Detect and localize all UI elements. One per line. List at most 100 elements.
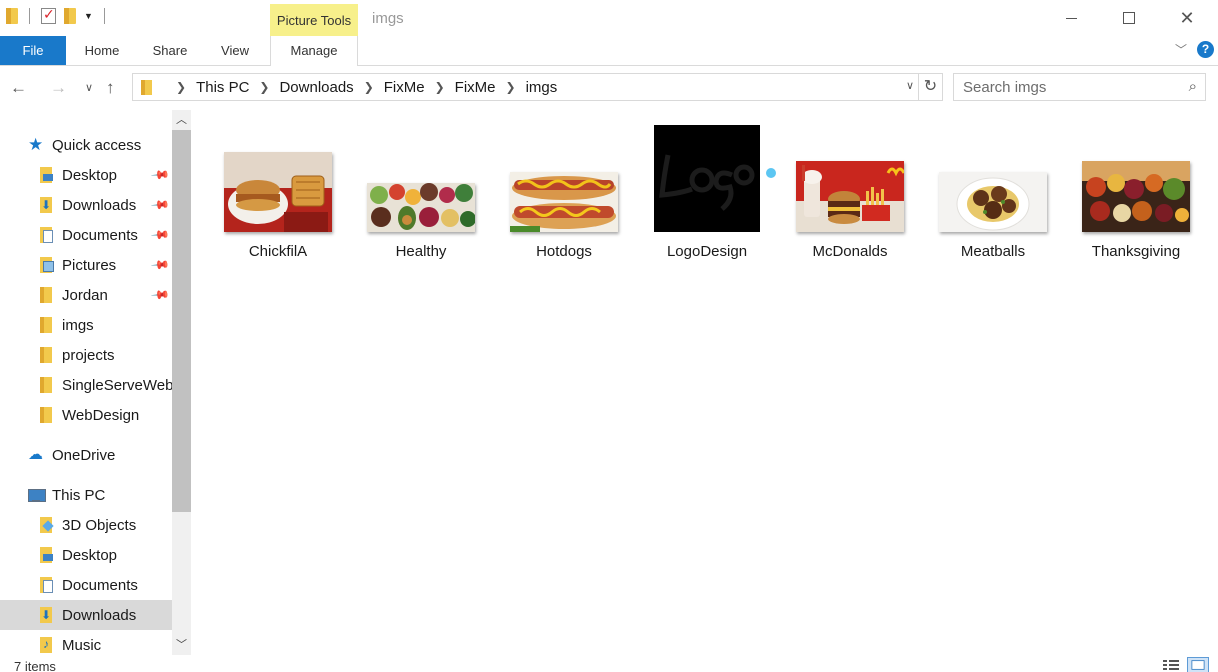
file-name: Meatballs bbox=[960, 243, 1026, 260]
thanksgiving-image bbox=[1082, 161, 1190, 232]
nav-item-desktop[interactable]: Desktop 📌 bbox=[0, 160, 172, 190]
meatballs-thumbnail[interactable] bbox=[939, 172, 1047, 232]
mcdonalds-thumbnail[interactable] bbox=[796, 161, 904, 232]
file-item[interactable]: Thanksgiving bbox=[1066, 122, 1206, 272]
nav-item-downloads[interactable]: Downloads 📌 bbox=[0, 190, 172, 220]
nav-item-label: Music bbox=[62, 636, 102, 654]
cloud-icon: ☁ bbox=[28, 446, 43, 463]
tab-file[interactable]: File bbox=[0, 36, 66, 65]
breadcrumb-item[interactable]: FixMe bbox=[384, 79, 425, 96]
nav-item-3d-objects[interactable]: 3D Objects bbox=[0, 510, 172, 540]
nav-item-projects[interactable]: projects bbox=[0, 340, 172, 370]
address-bar[interactable]: ❯ This PC ❯ Downloads ❯ FixMe ❯ FixMe ❯ … bbox=[132, 73, 919, 101]
search-input[interactable] bbox=[954, 74, 1169, 100]
back-arrow-icon[interactable]: ← bbox=[10, 78, 27, 98]
details-view-icon[interactable] bbox=[1160, 657, 1182, 672]
pin-icon[interactable]: 📌 bbox=[150, 165, 170, 185]
music-folder-icon bbox=[38, 637, 54, 653]
nav-onedrive[interactable]: ☁ OneDrive bbox=[0, 440, 172, 470]
refresh-button[interactable]: ↻ bbox=[919, 73, 943, 101]
customize-toolbar-dropdown-icon[interactable]: ▼ bbox=[84, 11, 93, 21]
thanksgiving-thumbnail[interactable] bbox=[1082, 161, 1190, 232]
forward-arrow-icon[interactable]: → bbox=[50, 78, 67, 98]
pin-icon[interactable]: 📌 bbox=[150, 225, 170, 245]
chicken-sandwich-thumbnail[interactable] bbox=[224, 152, 332, 232]
scroll-down-chevron-icon[interactable]: ﹀ bbox=[172, 635, 191, 655]
search-icon[interactable]: ⌕ bbox=[1189, 78, 1197, 95]
healthy-food-image bbox=[367, 183, 475, 232]
file-item[interactable]: McDonalds bbox=[780, 122, 920, 272]
file-item[interactable]: Hotdogs bbox=[494, 122, 634, 272]
healthy-food-thumbnail[interactable] bbox=[367, 183, 475, 232]
help-icon[interactable]: ? bbox=[1197, 41, 1214, 58]
folder-icon bbox=[141, 79, 152, 95]
breadcrumb-chevron-icon[interactable]: ❯ bbox=[506, 80, 516, 94]
downloads-folder-icon bbox=[38, 197, 54, 213]
nav-item-label: Documents bbox=[62, 576, 138, 594]
tab-manage[interactable]: Manage bbox=[270, 36, 358, 66]
breadcrumb-item[interactable]: imgs bbox=[526, 79, 558, 96]
nav-scrollbar-thumb[interactable] bbox=[172, 130, 191, 512]
recent-locations-chevron-icon[interactable]: ∨ bbox=[85, 81, 93, 94]
nav-this-pc[interactable]: This PC bbox=[0, 480, 172, 510]
tab-home[interactable]: Home bbox=[72, 36, 132, 65]
search-box[interactable]: ⌕ bbox=[953, 73, 1206, 101]
hotdogs-thumbnail[interactable] bbox=[510, 172, 618, 232]
logo-design-image bbox=[654, 125, 760, 232]
file-item[interactable]: Meatballs bbox=[923, 122, 1063, 272]
nav-item-documents[interactable]: Documents 📌 bbox=[0, 220, 172, 250]
folder-icon bbox=[38, 347, 54, 363]
logo-design-thumbnail[interactable] bbox=[654, 125, 760, 232]
close-button[interactable]: ✕ bbox=[1158, 0, 1216, 36]
properties-icon[interactable] bbox=[41, 6, 56, 24]
nav-quick-access[interactable]: ★ Quick access bbox=[0, 130, 172, 160]
nav-item-label: Documents bbox=[62, 226, 138, 244]
file-item[interactable]: Healthy bbox=[351, 122, 491, 272]
maximize-button[interactable] bbox=[1100, 0, 1158, 36]
file-name: Hotdogs bbox=[536, 243, 592, 260]
nav-item-jordan[interactable]: Jordan 📌 bbox=[0, 280, 172, 310]
scroll-up-chevron-icon[interactable]: ︿ bbox=[172, 110, 191, 130]
breadcrumb-item[interactable]: Downloads bbox=[279, 79, 353, 96]
nav-item-pc-music[interactable]: Music bbox=[0, 630, 172, 655]
nav-item-pc-downloads[interactable]: Downloads bbox=[0, 600, 172, 630]
ribbon-tabs: File Home Share View Manage ﹀ ? bbox=[0, 36, 1218, 66]
breadcrumb-chevron-icon[interactable]: ❯ bbox=[176, 80, 186, 94]
desktop-folder-icon bbox=[38, 547, 54, 563]
breadcrumb-item[interactable]: FixMe bbox=[455, 79, 496, 96]
address-dropdown-chevron-icon[interactable]: ∨ bbox=[906, 79, 914, 92]
close-icon: ✕ bbox=[1179, 7, 1195, 28]
breadcrumb-item[interactable]: This PC bbox=[196, 79, 249, 96]
file-name: Healthy bbox=[395, 243, 447, 260]
pin-icon[interactable]: 📌 bbox=[150, 285, 170, 305]
nav-item-singleservewebs[interactable]: SingleServeWebs bbox=[0, 370, 172, 400]
breadcrumb-chevron-icon[interactable]: ❯ bbox=[259, 80, 269, 94]
title-bar: ▼ Picture Tools imgs ✕ bbox=[0, 0, 1218, 36]
expand-ribbon-chevron-icon[interactable]: ﹀ bbox=[1175, 41, 1187, 58]
nav-item-label: Desktop bbox=[62, 546, 118, 564]
folder-icon[interactable] bbox=[6, 8, 18, 24]
tab-share[interactable]: Share bbox=[140, 36, 200, 65]
nav-item-pictures[interactable]: Pictures 📌 bbox=[0, 250, 172, 280]
file-item[interactable]: LogoDesign bbox=[637, 122, 777, 272]
pin-icon[interactable]: 📌 bbox=[150, 195, 170, 215]
meatballs-image bbox=[939, 172, 1047, 232]
nav-item-label: 3D Objects bbox=[62, 516, 137, 534]
nav-item-webdesign[interactable]: WebDesign bbox=[0, 400, 172, 430]
file-item[interactable]: ChickfilA bbox=[208, 122, 348, 272]
minimize-button[interactable] bbox=[1042, 0, 1100, 36]
maximize-icon bbox=[1123, 12, 1135, 24]
breadcrumb-chevron-icon[interactable]: ❯ bbox=[435, 80, 445, 94]
file-content-area[interactable]: ChickfilA Healthy Hotdogs LogoDesign McD… bbox=[192, 110, 1218, 655]
quick-access-toolbar: ▼ bbox=[6, 6, 108, 24]
nav-item-pc-documents[interactable]: Documents bbox=[0, 570, 172, 600]
nav-item-imgs[interactable]: imgs bbox=[0, 310, 172, 340]
up-arrow-icon[interactable]: ↑ bbox=[106, 78, 115, 98]
pin-icon[interactable]: 📌 bbox=[150, 255, 170, 275]
nav-item-pc-desktop[interactable]: Desktop bbox=[0, 540, 172, 570]
new-folder-icon[interactable] bbox=[64, 8, 76, 24]
nav-item-label: Quick access bbox=[52, 136, 142, 154]
large-icons-view-icon[interactable] bbox=[1187, 657, 1209, 672]
breadcrumb-chevron-icon[interactable]: ❯ bbox=[364, 80, 374, 94]
tab-view[interactable]: View bbox=[206, 36, 264, 65]
